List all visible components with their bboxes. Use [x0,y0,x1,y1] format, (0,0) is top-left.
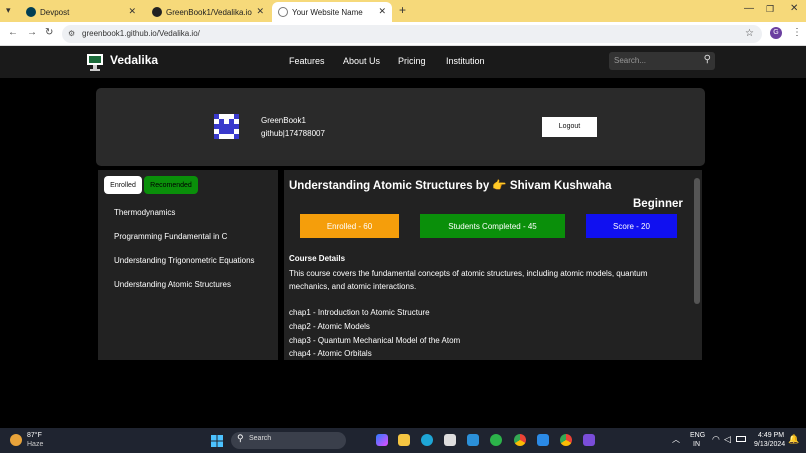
more-menu-icon[interactable]: ⋮ [792,27,802,38]
window-close-icon[interactable]: ✕ [790,3,798,14]
back-arrow-icon[interactable]: ← [8,27,18,38]
course-sidebar: Enrolled Recomended Thermodynamics Progr… [98,170,278,360]
nav-institution[interactable]: Institution [446,56,485,66]
course-description: This course covers the fundamental conce… [289,269,648,291]
app-icon[interactable] [490,434,502,446]
chapter-item: chap3 - Quantum Mechanical Model of the … [289,336,461,345]
chrome-icon[interactable] [514,434,526,446]
tab-your-website[interactable]: Your Website Name ✕ [272,2,392,22]
site-info-icon[interactable]: ⚙ [68,25,75,43]
weather-icon[interactable] [10,434,22,446]
profile-avatar[interactable]: G [770,27,782,39]
url-text: greenbook1.github.io/Vedalika.io/ [82,29,200,38]
sidebar-item-atomic-structures[interactable]: Understanding Atomic Structures [114,280,231,289]
chapter-item: chap2 - Atomic Models [289,322,370,331]
profile-card: GreenBook1 github|174788007 Logout [96,88,705,166]
windows-start-icon[interactable] [211,434,223,447]
edge-icon[interactable] [421,434,433,446]
taskbar-search-label: Search [249,435,272,442]
forward-arrow-icon[interactable]: → [27,27,37,38]
search-favicon-icon [278,7,288,17]
windows-taskbar: 87°F Haze ⚲ Search ︿ ENG IN ◠ ◁ 4:49 PM … [0,428,806,453]
weather-temp: 87°F [27,432,42,439]
tab-github[interactable]: GreenBook1/Vedalika.io ✕ [146,2,270,22]
profile-name: GreenBook1 [261,116,306,125]
minimize-icon[interactable]: — [744,3,754,14]
course-title: Understanding Atomic Structures by 👉 Shi… [289,180,612,192]
taskbar-search-box[interactable]: ⚲ Search [231,432,346,449]
course-details-heading: Course Details [289,254,346,263]
reload-icon[interactable]: ↻ [45,27,53,38]
close-icon[interactable]: ✕ [256,6,264,17]
close-icon[interactable]: ✕ [128,6,136,17]
search-placeholder: Search... [614,56,647,65]
address-bar[interactable]: ⚙ greenbook1.github.io/Vedalika.io/ ☆ [62,25,762,43]
sidebar-item-thermodynamics[interactable]: Thermodynamics [114,208,175,217]
tab-recommended[interactable]: Recomended [144,176,198,194]
photos-icon[interactable] [467,434,479,446]
nav-about-us[interactable]: About Us [343,56,380,66]
weather-desc: Haze [27,441,44,448]
enrolled-count-badge: Enrolled - 60 [300,214,399,238]
clock-time[interactable]: 4:49 PM [758,432,784,439]
language-code[interactable]: ENG [690,432,705,439]
chevron-up-icon[interactable]: ︿ [672,434,680,445]
tab-enrolled[interactable]: Enrolled [104,176,142,194]
tab-title: Devpost [40,7,70,17]
copilot-icon[interactable] [376,434,388,446]
logout-button[interactable]: Logout [542,117,597,137]
scrollbar-thumb[interactable] [694,178,700,304]
nav-pricing[interactable]: Pricing [398,56,426,66]
store-icon[interactable] [444,434,456,446]
app-purple-icon[interactable] [583,434,595,446]
tab-title: Your Website Name [292,7,363,17]
brand-name[interactable]: Vedalika [110,53,158,67]
tab-devpost[interactable]: Devpost ✕ [20,2,142,22]
search-input[interactable]: Search... ⚲ [609,52,715,70]
new-tab-icon[interactable]: + [399,3,406,17]
site-navbar: Vedalika Features About Us Pricing Insti… [0,46,806,78]
tab-list-icon[interactable]: ▾ [6,5,11,16]
devpost-icon [26,7,36,17]
file-explorer-icon[interactable] [398,434,410,446]
avatar [214,114,239,139]
chrome-active-icon[interactable] [560,434,572,446]
region-code[interactable]: IN [693,441,700,448]
search-icon: ⚲ [237,433,244,443]
close-icon[interactable]: ✕ [378,6,386,17]
nav-features[interactable]: Features [289,56,325,66]
restore-icon[interactable]: ❐ [766,4,774,15]
battery-icon[interactable] [736,436,746,442]
wifi-icon[interactable]: ◠ [712,434,720,445]
chapter-item: chap4 - Atomic Orbitals [289,349,372,358]
course-details-panel: Understanding Atomic Structures by 👉 Shi… [284,170,702,360]
bookmark-star-icon[interactable]: ☆ [745,25,754,43]
tab-title: GreenBook1/Vedalika.io [166,7,252,17]
notification-bell-icon[interactable]: 🔔 [788,434,799,445]
browser-toolbar: ← → ↻ ⚙ greenbook1.github.io/Vedalika.io… [0,22,806,46]
website: Vedalika Features About Us Pricing Insti… [0,46,806,428]
score-badge: Score - 20 [586,214,677,238]
vedalika-logo-icon[interactable] [86,52,104,72]
chapter-item: chap1 - Introduction to Atomic Structure [289,308,430,317]
profile-id: github|174788007 [261,129,325,138]
course-level: Beginner [633,198,683,210]
browser-tab-bar: ▾ Devpost ✕ GreenBook1/Vedalika.io ✕ You… [0,0,806,22]
github-icon [152,7,162,17]
students-completed-badge: Students Completed - 45 [420,214,565,238]
vscode-icon[interactable] [537,434,549,446]
search-icon[interactable]: ⚲ [704,51,711,69]
clock-date[interactable]: 9/13/2024 [754,441,785,448]
sidebar-item-programming-c[interactable]: Programming Fundamental in C [114,232,227,241]
sidebar-item-trigonometric[interactable]: Understanding Trigonometric Equations [114,256,255,265]
volume-icon[interactable]: ◁ [724,434,731,445]
